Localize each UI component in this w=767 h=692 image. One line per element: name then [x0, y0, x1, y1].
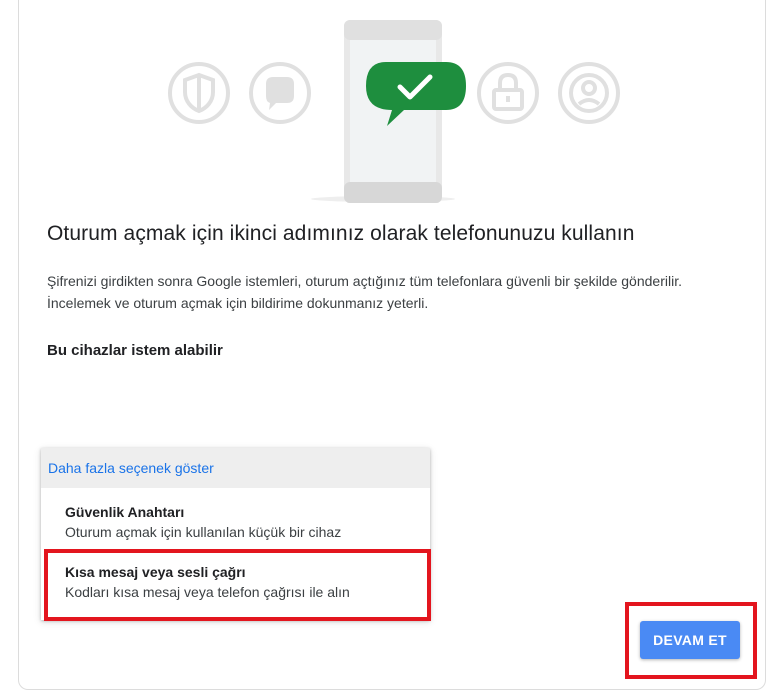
option-subtitle: Kodları kısa mesaj veya telefon çağrısı … [65, 584, 350, 600]
option-security-key[interactable]: Güvenlik Anahtarı Oturum açmak için kull… [41, 496, 430, 550]
devices-heading: Bu cihazlar istem alabilir [47, 342, 223, 359]
show-more-options-link[interactable]: Daha fazla seçenek göster [48, 460, 214, 476]
menu-header[interactable]: Daha fazla seçenek göster [41, 448, 430, 488]
page-description: Şifrenizi girdikten sonra Google istemle… [47, 273, 682, 311]
option-title: Kısa mesaj veya sesli çağrı [65, 564, 246, 580]
continue-button[interactable]: DEVAM ET [640, 621, 740, 659]
page-title: Oturum açmak için ikinci adımınız olarak… [47, 222, 635, 245]
option-title: Güvenlik Anahtarı [65, 504, 185, 520]
hero-illustration [168, 20, 620, 203]
option-subtitle: Oturum açmak için kullanılan küçük bir c… [65, 524, 342, 540]
account-icon [558, 62, 620, 124]
phone-icon [311, 20, 455, 203]
chat-bubble-icon [249, 62, 311, 124]
shield-icon [168, 62, 230, 124]
option-sms-or-voice-call[interactable]: Kısa mesaj veya sesli çağrı Kodları kısa… [41, 556, 430, 610]
more-options-menu: Daha fazla seçenek göster Güvenlik Anaht… [41, 448, 430, 620]
lock-icon [477, 62, 539, 124]
